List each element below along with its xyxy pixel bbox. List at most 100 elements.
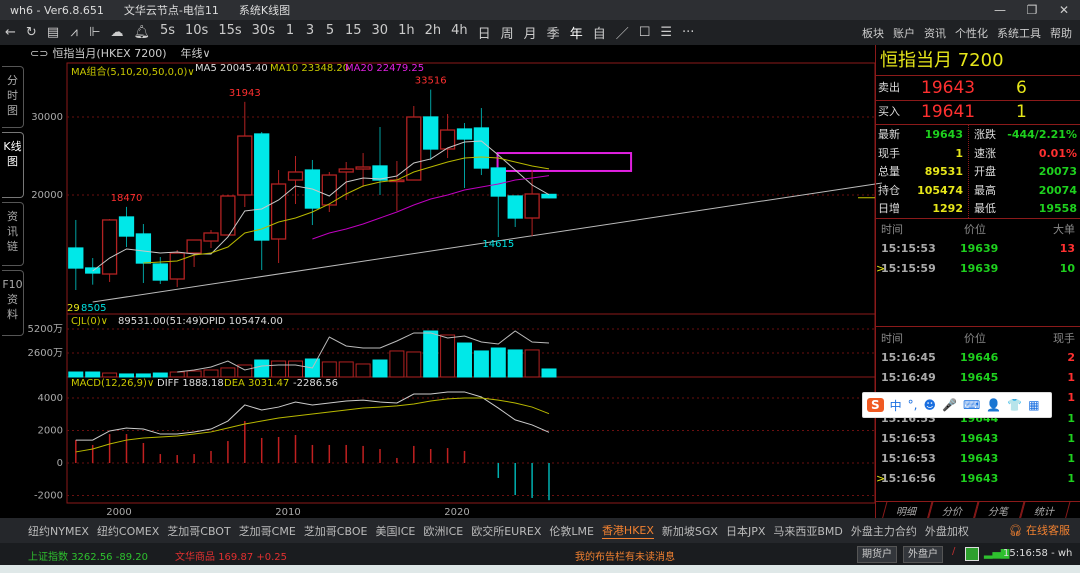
status-bar: 上证指数 3262.56 -89.20 文华商品 169.87 +0.25 我的… [0, 543, 1080, 565]
market-tab[interactable]: 美国ICE [375, 523, 415, 539]
bulletin-message[interactable]: 我的布告栏有未读消息 [575, 548, 675, 563]
ime-emoji-icon[interactable]: ☻ [924, 398, 937, 412]
text-tool-icon[interactable]: ☰ [655, 25, 677, 40]
foreign-account-button[interactable]: 外盘户 [903, 546, 943, 563]
kline-chart[interactable]: 30000200005200万2600万400020000-20002000 20… [28, 60, 883, 518]
menu-item[interactable]: 板块 [862, 25, 884, 41]
period-5[interactable]: 3 [300, 23, 320, 42]
candlestick-icon[interactable]: ⊩ [84, 25, 105, 40]
market-tab[interactable]: 香港HKEX [601, 522, 654, 539]
market-tab[interactable]: 外盘主力合约 [851, 523, 917, 539]
sh-index[interactable]: 上证指数 3262.56 -89.20 [28, 548, 148, 563]
ime-keyboard-icon[interactable]: ⌨ [963, 398, 980, 412]
period-17[interactable]: 自 [588, 23, 611, 42]
period-15[interactable]: 季 [542, 23, 565, 42]
period-11[interactable]: 4h [446, 23, 473, 42]
stat-value: 19558 [1038, 202, 1077, 215]
tick-row: 15:15:53 19639 13 [881, 242, 1075, 255]
cloud-icon[interactable]: ☁ [105, 25, 128, 40]
volume-bar-up [389, 350, 405, 378]
market-tab[interactable]: 纽约NYMEX [28, 523, 89, 539]
sogou-logo[interactable]: S [867, 398, 884, 412]
line-tool-icon[interactable]: ／ [611, 23, 634, 42]
ask-row: 卖出 19643 6 [876, 77, 1080, 99]
market-tab[interactable]: 马来西亚BMD [773, 523, 843, 539]
menu-item[interactable]: 个性化 [955, 25, 988, 41]
more-icon[interactable]: ··· [677, 25, 699, 40]
market-tab[interactable]: 欧洲ICE [423, 523, 463, 539]
market-tab[interactable]: 芝加哥CBOE [304, 523, 368, 539]
period-0[interactable]: 5s [155, 23, 180, 42]
period-7[interactable]: 15 [340, 23, 367, 42]
rect-tool-icon[interactable]: ☐ [634, 25, 656, 40]
ime-voice-icon[interactable]: 🎤 [942, 398, 957, 412]
period-1[interactable]: 10s [180, 23, 213, 42]
close-button[interactable]: ✕ [1048, 0, 1080, 20]
volume-bar-down [507, 349, 523, 378]
market-tab[interactable]: 新加坡SGX [662, 523, 718, 539]
period-14[interactable]: 月 [519, 23, 542, 42]
dea-value: DEA 3031.47 [224, 378, 290, 389]
period-9[interactable]: 1h [393, 23, 420, 42]
volume-bar-up [406, 351, 422, 378]
ask-price: 19643 [921, 78, 976, 98]
ma-indicator-label[interactable]: MA组合(5,10,20,50,0,0)∨ [71, 63, 195, 78]
tab-kline[interactable]: K线图 [2, 132, 24, 198]
period-10[interactable]: 2h [420, 23, 447, 42]
back-arrow-icon[interactable]: ← [0, 25, 21, 40]
ime-user-icon[interactable]: 👤 [986, 398, 1001, 412]
bell-icon[interactable]: 🔔︎ [128, 25, 155, 40]
stat-label: 持仓 [878, 183, 900, 197]
market-tab[interactable]: 纽约COMEX [97, 523, 159, 539]
stat-value: -444/2.21% [1007, 128, 1077, 141]
tab-timeshare[interactable]: 分时图 [2, 66, 24, 128]
market-tab[interactable]: 芝加哥CME [239, 523, 296, 539]
stat-label: 最低 [974, 202, 996, 215]
macd-indicator-label[interactable]: MACD(12,26,9)∨ [71, 378, 154, 389]
volume-indicator-label[interactable]: CJL(0)∨ [71, 316, 108, 327]
market-tab[interactable]: 日本JPX [726, 523, 765, 539]
tab-news-chain[interactable]: 资讯链 [2, 202, 24, 266]
menu-item[interactable]: 系统工具 [997, 25, 1041, 41]
stat-value: 105474 [917, 183, 963, 197]
market-tab[interactable]: 芝加哥CBOT [167, 523, 230, 539]
candle-up [169, 252, 185, 280]
period-6[interactable]: 5 [320, 23, 340, 42]
year-tick-label: 2010 [275, 507, 300, 518]
ime-menu-icon[interactable]: ▦ [1028, 398, 1039, 412]
stat-value: 1292 [932, 202, 963, 215]
ime-toolbar[interactable]: S 中 °, ☻ 🎤 ⌨ 👤 👕 ▦ [862, 392, 1052, 418]
period-3[interactable]: 30s [247, 23, 280, 42]
refresh-icon[interactable]: ↻ [21, 25, 42, 40]
volume-bar-down [254, 359, 270, 378]
line-chart-icon[interactable]: ⩘ [64, 25, 84, 40]
ime-punctuation-icon[interactable]: °, [908, 398, 918, 412]
period-4[interactable]: 1 [280, 23, 300, 42]
list-header: 时间 价位 大单 [881, 223, 1075, 236]
period-13[interactable]: 周 [496, 23, 519, 42]
market-tab[interactable]: 欧交所EUREX [471, 523, 541, 539]
period-16[interactable]: 年 [565, 23, 588, 42]
futures-account-button[interactable]: 期货户 [857, 546, 897, 563]
market-tab[interactable]: 伦敦LME [549, 523, 594, 539]
menu-item[interactable]: 帮助 [1050, 25, 1072, 41]
instrument-name[interactable]: 恒指当月(HKEX 7200) [52, 45, 166, 61]
market-tab[interactable]: 外盘加权 [925, 523, 969, 539]
period-2[interactable]: 15s [213, 23, 246, 42]
menu-item[interactable]: 资讯 [924, 25, 946, 41]
wh-index[interactable]: 文华商品 169.87 +0.25 [175, 548, 287, 563]
period-8[interactable]: 30 [367, 23, 394, 42]
ime-skin-icon[interactable]: 👕 [1007, 398, 1022, 412]
period-12[interactable]: 日 [473, 23, 496, 42]
link-icon[interactable]: ⊂⊃ [30, 47, 48, 60]
table-icon[interactable]: ▤ [42, 25, 64, 40]
period-select[interactable]: 年线∨ [180, 45, 210, 61]
maximize-button[interactable]: ❐ [1016, 0, 1048, 20]
volume-bar-up [102, 372, 118, 378]
tab-f10[interactable]: F10资料 [2, 270, 24, 336]
ime-chinese-mode[interactable]: 中 [890, 397, 902, 414]
menu-item[interactable]: 账户 [893, 25, 915, 41]
bid-qty: 1 [1016, 102, 1027, 122]
minimize-button[interactable]: — [984, 0, 1016, 20]
online-support-button[interactable]: 🎧︎ 在线客服 [1009, 522, 1070, 538]
